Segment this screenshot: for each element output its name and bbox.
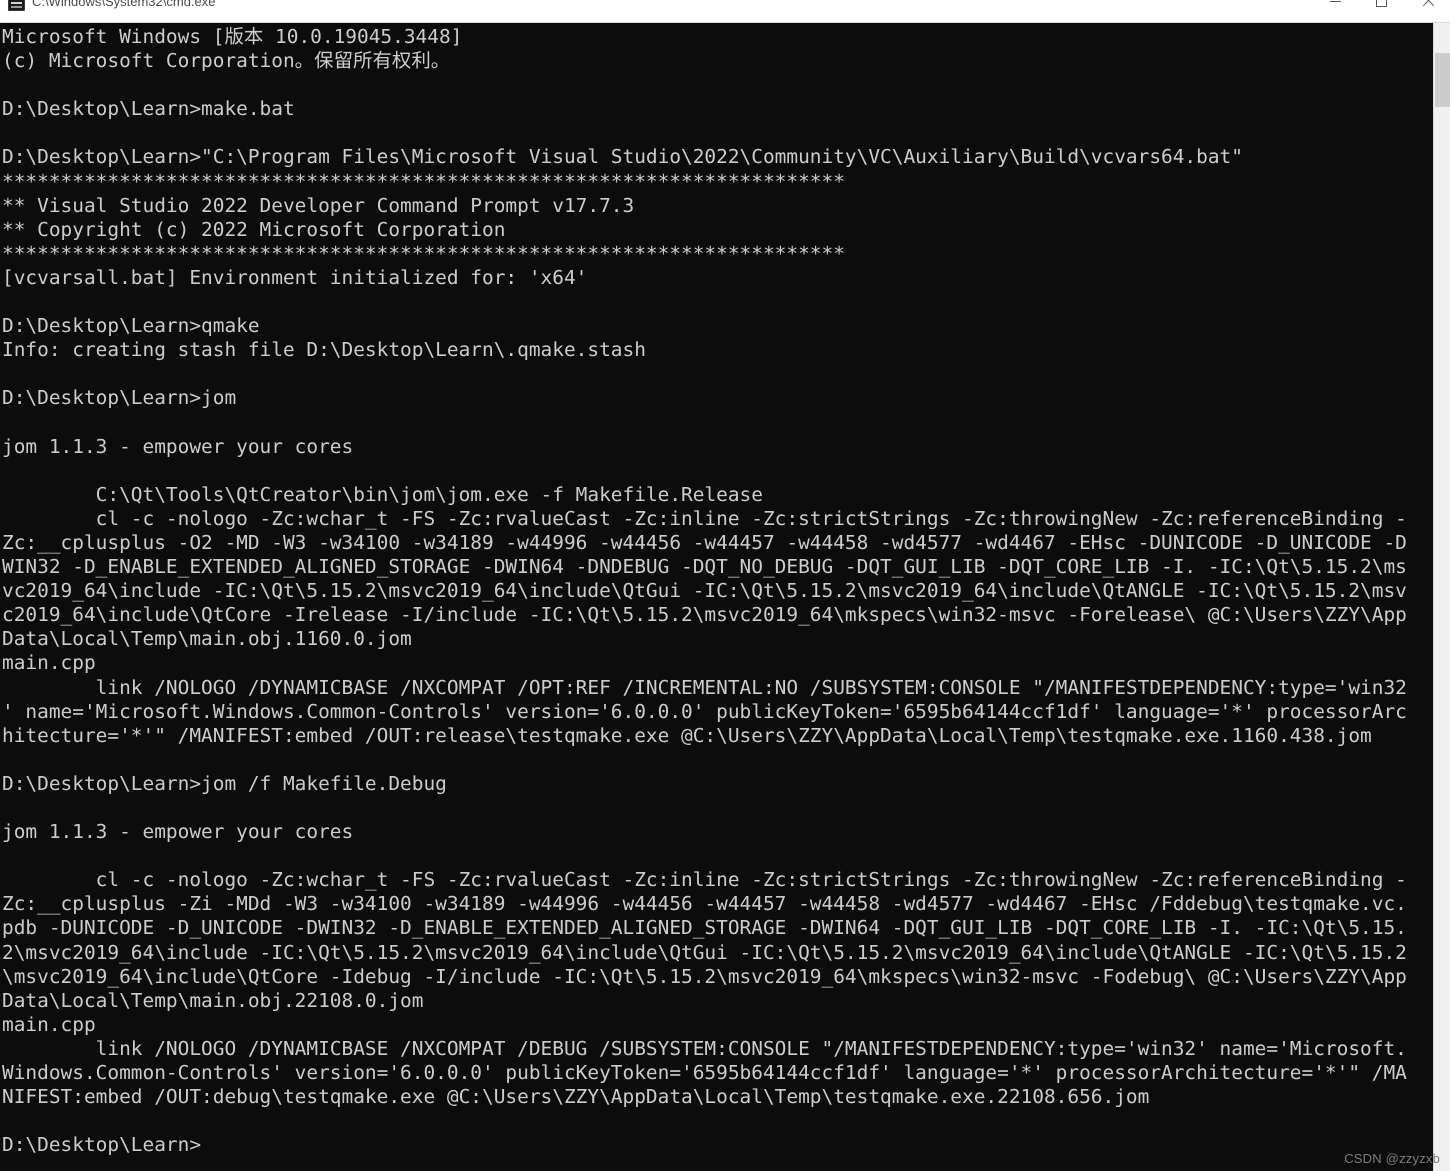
- console-line: vc2019_64\include -IC:\Qt\5.15.2\msvc201…: [2, 579, 1407, 603]
- console-line: ' name='Microsoft.Windows.Common-Control…: [2, 699, 1407, 723]
- cmd-window: C:\Windows\System32\cmd.exe Microsoft Wi…: [0, 0, 1450, 1171]
- cmd-icon: [8, 0, 25, 11]
- title-bar[interactable]: C:\Windows\System32\cmd.exe: [0, 0, 1450, 23]
- console-line: ** Copyright (c) 2022 Microsoft Corporat…: [2, 217, 506, 241]
- console-line: D:\Desktop\Learn>"C:\Program Files\Micro…: [2, 145, 1243, 169]
- console-line: D:\Desktop\Learn>jom: [2, 386, 237, 410]
- console-line: main.cpp: [2, 1012, 96, 1036]
- console-line: Info: creating stash file D:\Desktop\Lea…: [2, 338, 646, 362]
- minimize-icon: [1329, 0, 1341, 2]
- vertical-scrollbar[interactable]: [1433, 23, 1450, 1171]
- minimize-button[interactable]: [1312, 0, 1358, 16]
- console-line: Zc:__cplusplus -Zi -MDd -W3 -w34100 -w34…: [2, 892, 1407, 916]
- console-line: cl -c -nologo -Zc:wchar_t -FS -Zc:rvalue…: [2, 868, 1407, 892]
- close-button[interactable]: [1404, 0, 1450, 16]
- console-line: D:\Desktop\Learn>make.bat: [2, 97, 295, 121]
- console-line: ****************************************…: [2, 241, 845, 265]
- console-line: D:\Desktop\Learn>jom /f Makefile.Debug: [2, 771, 447, 795]
- console-line: NIFEST:embed /OUT:debug\testqmake.exe @C…: [2, 1085, 1150, 1109]
- console-line: D:\Desktop\Learn>qmake: [2, 314, 260, 338]
- console-line: cl -c -nologo -Zc:wchar_t -FS -Zc:rvalue…: [2, 506, 1407, 530]
- console-line: 2\msvc2019_64\include -IC:\Qt\5.15.2\msv…: [2, 940, 1407, 964]
- close-icon: [1421, 0, 1433, 7]
- console-line: main.cpp: [2, 651, 96, 675]
- console-line: Windows.Common-Controls' version='6.0.0.…: [2, 1061, 1407, 1085]
- console-output-area[interactable]: Microsoft Windows [版本 10.0.19045.3448] (c…: [0, 23, 1450, 1171]
- console-line: Microsoft Windows [版本 10.0.19045.3448]: [2, 25, 463, 48]
- window-title: C:\Windows\System32\cmd.exe: [32, 0, 216, 9]
- maximize-icon: [1375, 0, 1387, 7]
- console-text: Microsoft Windows [版本 10.0.19045.3448] (c…: [2, 25, 1407, 1157]
- console-line: WIN32 -D_ENABLE_EXTENDED_ALIGNED_STORAGE…: [2, 555, 1407, 579]
- console-line: Zc:__cplusplus -O2 -MD -W3 -w34100 -w341…: [2, 530, 1407, 554]
- window-controls: [1312, 0, 1450, 16]
- console-line: ****************************************…: [2, 169, 845, 193]
- console-line: ** Visual Studio 2022 Developer Command …: [2, 193, 635, 217]
- console-line: Data\Local\Temp\main.obj.22108.0.jom: [2, 988, 424, 1012]
- scrollbar-thumb[interactable]: [1435, 53, 1450, 107]
- console-line: \msvc2019_64\include\QtCore -Idebug -I/i…: [2, 964, 1407, 988]
- console-line: jom 1.1.3 - empower your cores: [2, 434, 354, 458]
- watermark: CSDN @zzyzxb: [1344, 1151, 1440, 1166]
- console-line: hitecture='*'" /MANIFEST:embed /OUT:rele…: [2, 723, 1372, 747]
- console-line: pdb -DUNICODE -D_UNICODE -DWIN32 -D_ENAB…: [2, 916, 1407, 940]
- console-line: link /NOLOGO /DYNAMICBASE /NXCOMPAT /OPT…: [2, 675, 1407, 699]
- console-line: D:\Desktop\Learn>: [2, 1133, 202, 1157]
- console-line: link /NOLOGO /DYNAMICBASE /NXCOMPAT /DEB…: [2, 1036, 1407, 1060]
- console-line: Data\Local\Temp\main.obj.1160.0.jom: [2, 627, 412, 651]
- console-line: c2019_64\include\QtCore -Irelease -I/inc…: [2, 603, 1407, 627]
- maximize-button[interactable]: [1358, 0, 1404, 16]
- title-bar-left: C:\Windows\System32\cmd.exe: [8, 0, 216, 13]
- console-line: [vcvarsall.bat] Environment initialized …: [2, 265, 588, 289]
- console-line: C:\Qt\Tools\QtCreator\bin\jom\jom.exe -f…: [2, 482, 763, 506]
- console-line: jom 1.1.3 - empower your cores: [2, 820, 354, 844]
- console-line: (c) Microsoft Corporation。保留所有权利。: [2, 49, 451, 73]
